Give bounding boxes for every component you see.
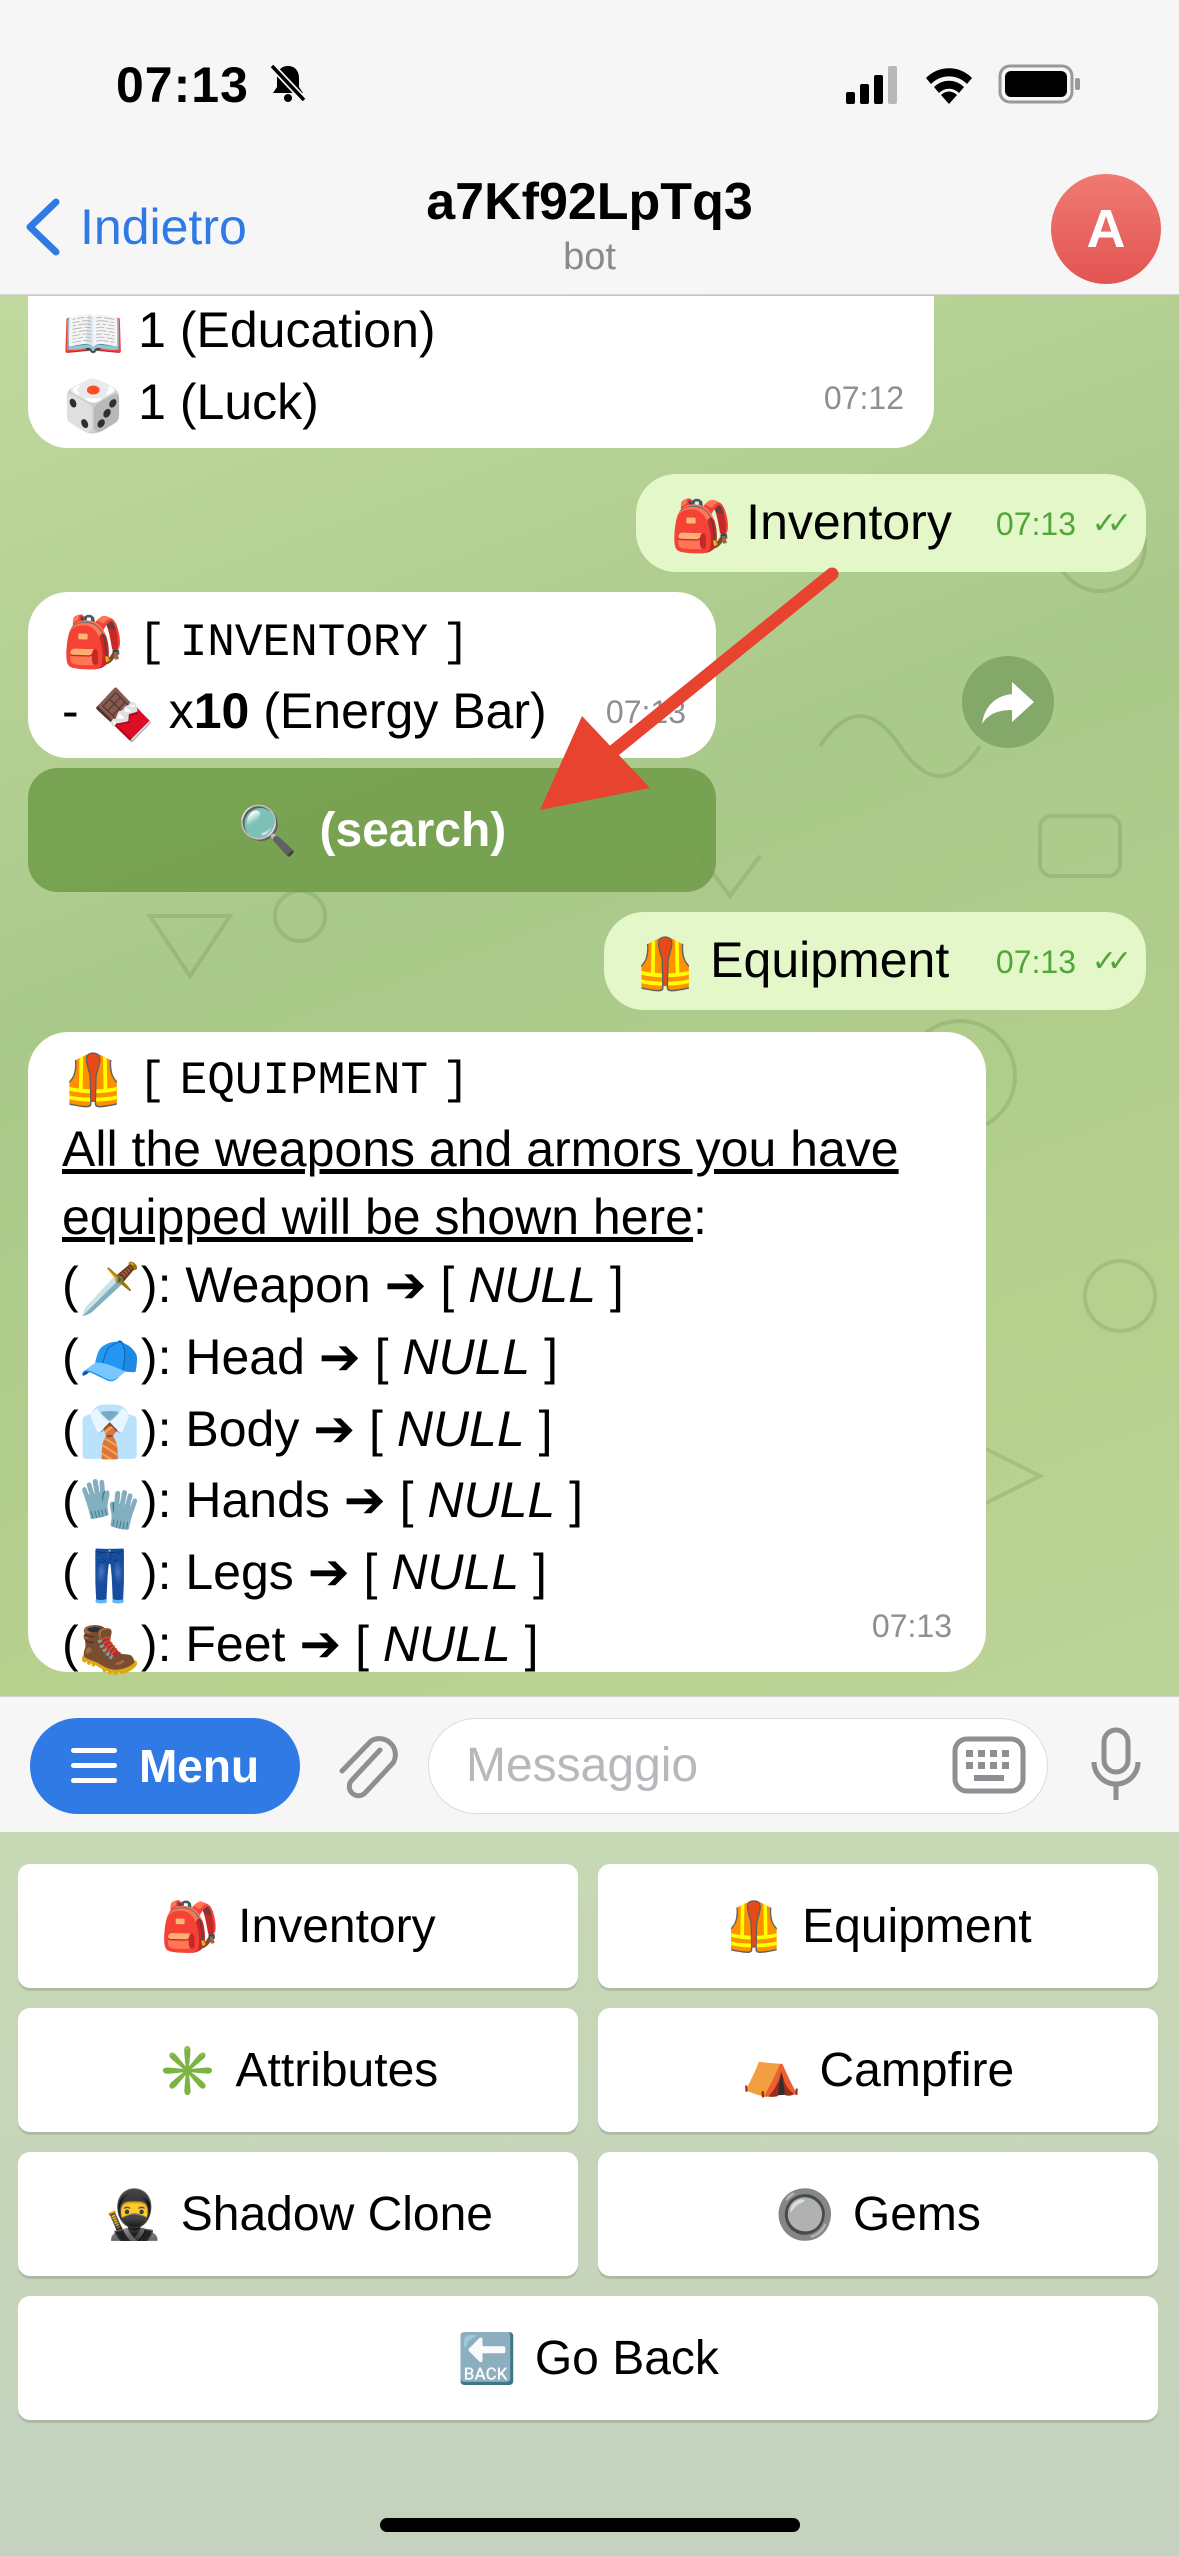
message-time: 07:13 — [995, 506, 1076, 542]
forward-arrow-icon — [982, 682, 1034, 724]
message-time: 07:12 — [823, 380, 904, 416]
radio-button-icon: 🔘 — [775, 2188, 835, 2242]
cellular-signal-icon — [846, 66, 897, 104]
read-check-icon: ✓✓ — [1091, 945, 1132, 978]
microphone-icon[interactable] — [1086, 1726, 1146, 1806]
boot-icon: 🥾 — [78, 1619, 141, 1676]
keyboard-button-campfire[interactable]: ⛺ Campfire — [598, 2008, 1158, 2132]
education-line: 1 (Education) — [138, 302, 436, 358]
keyboard-button-go-back[interactable]: 🔙 Go Back — [18, 2296, 1158, 2420]
equipment-slot-head: (🧢): Head ➔ [ NULL ] — [62, 1323, 986, 1395]
keyboard-button-equipment[interactable]: 🦺 Equipment — [598, 1864, 1158, 1988]
chat-title: a7Kf92LpTq3 — [426, 173, 753, 231]
dice-icon: 🎲 — [62, 377, 125, 434]
tent-icon: ⛺ — [741, 2044, 802, 2098]
home-indicator — [380, 2518, 800, 2532]
attach-icon[interactable] — [330, 1730, 400, 1804]
backpack-icon: 🎒 — [160, 1900, 221, 1954]
safety-vest-icon: 🦺 — [62, 1051, 125, 1108]
read-check-icon: ✓✓ — [1091, 507, 1132, 540]
menu-button[interactable]: Menu — [30, 1718, 300, 1814]
equipment-intro-line2: equipped will be shown here — [62, 1189, 693, 1245]
inventory-command-text: Inventory — [746, 494, 952, 550]
equipment-slot-hands: (🧤): Hands ➔ [ NULL ] — [62, 1466, 986, 1538]
hamburger-icon — [70, 1748, 117, 1783]
avatar[interactable]: A — [1051, 174, 1161, 284]
keyboard-button-gems[interactable]: 🔘 Gems — [598, 2152, 1158, 2276]
safety-vest-icon: 🦺 — [724, 1900, 785, 1954]
keyboard-button-attributes[interactable]: ✳️ Attributes — [18, 2008, 578, 2132]
item-quantity: 10 — [193, 683, 250, 739]
equipment-command-text: Equipment — [710, 932, 950, 988]
keyboard-button-inventory[interactable]: 🎒 Inventory — [18, 1864, 578, 1988]
chat-subtitle: bot — [563, 236, 616, 278]
equipment-slot-weapon: (🗡️): Weapon ➔ [ NULL ] — [62, 1251, 986, 1323]
equipment-slot-feet: (🥾): Feet ➔ [ NULL ] — [62, 1610, 986, 1682]
item-name: (Energy Bar) — [263, 683, 547, 739]
cap-icon: 🧢 — [78, 1332, 141, 1389]
ninja-icon: 🥷 — [103, 2188, 163, 2242]
search-button-label: (search) — [319, 803, 507, 857]
annotation-arrow — [540, 567, 839, 810]
jeans-icon: 👖 — [78, 1547, 141, 1604]
dagger-icon: 🗡️ — [78, 1260, 141, 1317]
equipment-intro-line1: All the weapons and armors you have — [62, 1121, 899, 1177]
book-icon: 📖 — [62, 305, 125, 362]
glove-icon: 🧤 — [78, 1476, 141, 1533]
magnifier-icon: 🔍 — [237, 804, 298, 858]
bell-muted-icon — [269, 63, 307, 103]
luck-line: 1 (Luck) — [138, 373, 319, 430]
message-equipment-command: 🦺 Equipment 07:13 ✓✓ — [604, 912, 1146, 1010]
equipment-slot-body: (👔): Body ➔ [ NULL ] — [62, 1395, 986, 1467]
message-attributes-tail: 📖 1 (Education) 🎲 1 (Luck) 07:12 — [28, 296, 934, 448]
message-time: 07:13 — [871, 1608, 952, 1644]
shirt-tie-icon: 👔 — [78, 1404, 141, 1461]
forward-button[interactable] — [962, 656, 1054, 748]
message-inventory-command: 🎒 Inventory 07:13 ✓✓ — [636, 474, 1146, 572]
safety-vest-icon: 🦺 — [634, 935, 697, 992]
keyboard-icon[interactable] — [952, 1736, 1026, 1794]
message-placeholder: Messaggio — [466, 1739, 699, 1792]
menu-label: Menu — [138, 1740, 260, 1792]
inventory-title: INVENTORY — [179, 617, 429, 669]
backpack-icon: 🎒 — [62, 613, 125, 670]
message-equipment: 🦺 [ EQUIPMENT ] All the weapons and armo… — [28, 1032, 986, 1676]
wifi-icon — [926, 68, 972, 104]
chat-area: 📖 1 (Education) 🎲 1 (Luck) 07:12 🎒 Inven… — [0, 296, 1179, 1696]
battery-icon — [998, 64, 1080, 104]
chocolate-icon: 🍫 — [92, 686, 155, 743]
back-arrow-icon: 🔙 — [457, 2332, 517, 2386]
eight-spoked-asterisk-icon: ✳️ — [157, 2044, 218, 2098]
status-time: 07:13 — [116, 57, 249, 113]
equipment-title: EQUIPMENT — [179, 1055, 429, 1107]
equipment-slot-legs: (👖): Legs ➔ [ NULL ] — [62, 1538, 986, 1610]
backpack-icon: 🎒 — [670, 497, 733, 554]
keyboard-button-shadow-clone[interactable]: 🥷 Shadow Clone — [18, 2152, 578, 2276]
message-time: 07:13 — [995, 944, 1076, 980]
